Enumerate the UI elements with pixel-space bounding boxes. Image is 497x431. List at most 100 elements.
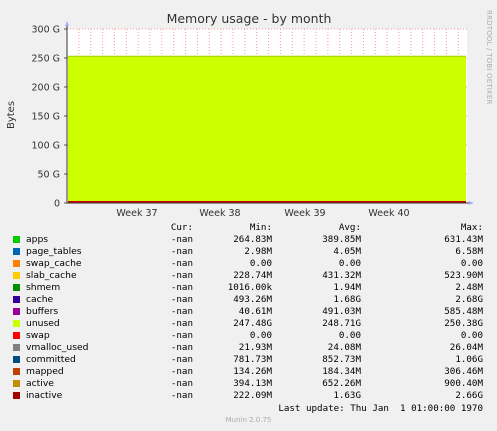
legend-swatch xyxy=(13,380,20,387)
rrdtool-credit: RRDTOOL / TOBI OETIKER xyxy=(485,10,493,105)
stacked-areas xyxy=(68,55,466,204)
legend-row-vmalloc-used: vmalloc_used -nan 21.93M 24.08M 26.04M xyxy=(0,342,497,354)
legend-max: 631.43M xyxy=(444,234,483,245)
legend-cur: -nan xyxy=(170,366,193,377)
legend-name: unused xyxy=(26,318,60,329)
legend-avg: 1.68G xyxy=(333,294,361,305)
legend-cur: -nan xyxy=(170,318,193,329)
y-axis-label: Bytes xyxy=(6,101,17,129)
legend-min: 2.98M xyxy=(244,246,272,257)
x-ticks: Week 37 Week 38 Week 39 Week 40 xyxy=(116,208,409,219)
legend-name: shmem xyxy=(26,282,61,293)
legend-min: 264.83M xyxy=(233,234,272,245)
legend-cur: -nan xyxy=(170,282,193,293)
legend-cur: -nan xyxy=(170,234,193,245)
legend-swatch xyxy=(13,392,20,399)
header-min: Min: xyxy=(249,222,272,233)
legend-max: 26.04M xyxy=(449,342,483,353)
legend-avg: 24.08M xyxy=(327,342,361,353)
legend-row-inactive: inactive -nan 222.09M 1.63G 2.66G xyxy=(0,390,497,402)
legend-max: 0.00 xyxy=(460,258,483,269)
legend-name: committed xyxy=(26,354,76,365)
legend-min: 0.00 xyxy=(249,330,272,341)
legend-avg: 389.85M xyxy=(322,234,361,245)
legend-swatch xyxy=(13,308,20,315)
y-tick-label: 100 G xyxy=(31,141,60,152)
legend-min: 40.61M xyxy=(238,306,272,317)
legend-name: slab_cache xyxy=(26,270,77,281)
legend-row-committed: committed -nan 781.73M 852.73M 1.06G xyxy=(0,354,497,366)
legend-max: 250.38G xyxy=(444,318,483,329)
chart-canvas: Memory usage - by month Bytes 0 50 G 100 G… xyxy=(6,11,474,219)
legend-avg: 431.32M xyxy=(322,270,361,281)
legend-cur: -nan xyxy=(170,306,193,317)
legend-swatch xyxy=(13,332,20,339)
legend-swatch xyxy=(13,248,20,255)
legend-name: swap_cache xyxy=(26,258,82,269)
legend-max: 585.48M xyxy=(444,306,483,317)
x-tick-label: Week 38 xyxy=(199,208,240,219)
legend-min: 0.00 xyxy=(249,258,272,269)
legend-name: mapped xyxy=(26,366,64,377)
legend-min: 394.13M xyxy=(233,378,272,389)
legend-max: 6.58M xyxy=(455,246,483,257)
legend-swatch xyxy=(13,296,20,303)
legend-cur: -nan xyxy=(170,330,193,341)
legend-name: page_tables xyxy=(26,246,82,257)
legend-cur: -nan xyxy=(170,354,193,365)
legend-avg: 0.00 xyxy=(338,330,361,341)
legend-cur: -nan xyxy=(170,258,193,269)
legend-avg: 184.34M xyxy=(322,366,361,377)
legend-avg: 248.71G xyxy=(322,318,361,329)
legend-cur: -nan xyxy=(170,246,193,257)
legend-max: 2.66G xyxy=(455,390,483,401)
legend-cur: -nan xyxy=(170,378,193,389)
header-cur: Cur: xyxy=(170,222,193,233)
legend-min: 21.93M xyxy=(238,342,272,353)
x-axis-arrow xyxy=(469,201,474,205)
legend-row-buffers: buffers -nan 40.61M 491.03M 585.48M xyxy=(0,306,497,318)
y-tick-label: 150 G xyxy=(31,112,60,123)
legend-max: 2.48M xyxy=(455,282,483,293)
legend-row-shmem: shmem -nan 1016.00k 1.94M 2.48M xyxy=(0,282,497,294)
legend-avg: 1.94M xyxy=(333,282,361,293)
legend-min: 222.09M xyxy=(233,390,272,401)
legend-name: apps xyxy=(26,234,49,245)
legend-row-active: active -nan 394.13M 652.26M 900.40M xyxy=(0,378,497,390)
legend-avg: 0.00 xyxy=(338,258,361,269)
legend-min: 134.26M xyxy=(233,366,272,377)
legend-row-swap-cache: swap_cache -nan 0.00 0.00 0.00 xyxy=(0,258,497,270)
legend-avg: 4.05M xyxy=(333,246,361,257)
legend-swatch xyxy=(13,260,20,267)
legend-name: vmalloc_used xyxy=(26,342,89,353)
legend-swatch xyxy=(13,368,20,375)
legend-swatch xyxy=(13,344,20,351)
legend-cur: -nan xyxy=(170,342,193,353)
legend-swatch xyxy=(13,320,20,327)
legend-row-unused: unused -nan 247.48G 248.71G 250.38G xyxy=(0,318,497,330)
legend-avg: 852.73M xyxy=(322,354,361,365)
y-ticks: 0 50 G 100 G 150 G 200 G 250 G 300 G xyxy=(31,25,67,210)
legend-swatch xyxy=(13,236,20,243)
legend-name: buffers xyxy=(26,306,59,317)
legend-row-slab-cache: slab_cache -nan 228.74M 431.32M 523.90M xyxy=(0,270,497,282)
legend-row-page-tables: page_tables -nan 2.98M 4.05M 6.58M xyxy=(0,246,497,258)
legend-cur: -nan xyxy=(170,270,193,281)
legend-min: 493.26M xyxy=(233,294,272,305)
legend-swatch xyxy=(13,356,20,363)
legend-min: 1016.00k xyxy=(227,282,272,293)
header-avg: Avg: xyxy=(338,222,361,233)
legend-row-mapped: mapped -nan 134.26M 184.34M 306.46M xyxy=(0,366,497,378)
header-max: Max: xyxy=(460,222,483,233)
legend-min: 247.48G xyxy=(233,318,272,329)
legend-avg: 652.26M xyxy=(322,378,361,389)
legend-name: inactive xyxy=(26,390,63,401)
legend-max: 0.00 xyxy=(460,330,483,341)
legend-avg: 1.63G xyxy=(333,390,361,401)
legend-row-swap: swap -nan 0.00 0.00 0.00 xyxy=(0,330,497,342)
y-tick-label: 250 G xyxy=(31,54,60,65)
legend-max: 2.68G xyxy=(455,294,483,305)
last-update: Last update: Thu Jan 1 01:00:00 1970 xyxy=(278,403,483,414)
legend-row-cache: cache -nan 493.26M 1.68G 2.68G xyxy=(0,294,497,306)
legend-min: 781.73M xyxy=(233,354,272,365)
